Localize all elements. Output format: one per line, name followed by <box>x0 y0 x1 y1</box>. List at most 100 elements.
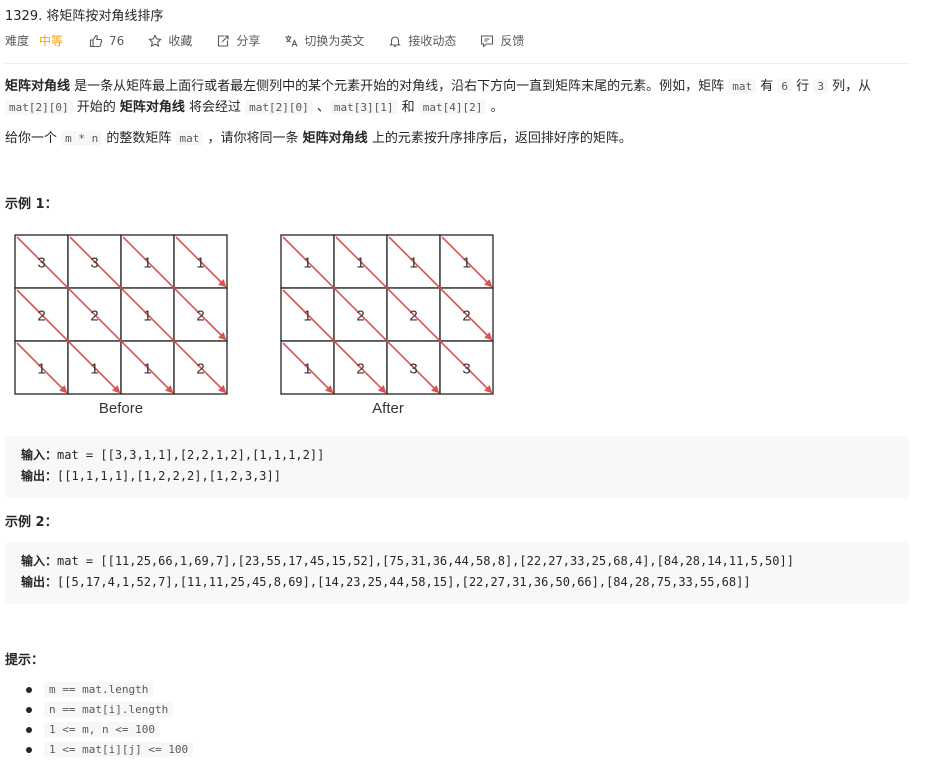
feedback-button[interactable]: 反馈 <box>480 32 524 49</box>
before-matrix-value: 1 <box>143 255 151 272</box>
hints-heading: 提示： <box>5 653 45 668</box>
description-paragraph-2: 给你一个 m * n 的整数矩阵 mat ，请你将同一条 矩阵对角线 上的元素按… <box>5 128 905 149</box>
term-diagonal: 矩阵对角线 <box>302 131 368 146</box>
example-2-heading: 示例 2： <box>5 515 58 530</box>
text-segment: 的整数矩阵 <box>102 131 176 146</box>
favorite-button[interactable]: 收藏 <box>148 32 192 49</box>
inline-code: mat[2][0] <box>5 100 73 115</box>
list-item: 1 <= mat[i][j] <= 100 <box>25 740 194 760</box>
before-matrix-value: 2 <box>90 308 98 325</box>
hint-code: 1 <= mat[i][j] <= 100 <box>44 742 194 757</box>
list-item: 1 <= m, n <= 100 <box>25 720 193 740</box>
after-matrix-value: 2 <box>356 308 364 325</box>
text-segment: 开始的 <box>72 100 120 115</box>
notify-button[interactable]: 接收动态 <box>388 32 456 49</box>
switch-language-button[interactable]: 切换为英文 <box>284 32 364 49</box>
before-matrix-value: 3 <box>90 255 98 272</box>
notify-label: 接收动态 <box>408 34 457 48</box>
text-segment: ，请你将同一条 <box>203 131 303 146</box>
inline-code: m * n <box>61 131 103 146</box>
after-label: After <box>372 400 404 417</box>
inline-code: mat[4][2] <box>418 100 487 115</box>
meta-divider <box>5 63 909 64</box>
feedback-icon <box>481 34 494 48</box>
text-segment: 将会经过 <box>184 100 246 115</box>
description-paragraph-1: 矩阵对角线 是一条从矩阵最上面行或者最左侧列中的某个元素开始的对角线，沿右下方向… <box>5 76 905 118</box>
inline-code: mat[2][0] <box>245 100 313 115</box>
problem-title: 1329. 将矩阵按对角线排序 <box>5 9 164 24</box>
after-matrix-value: 1 <box>303 308 311 325</box>
before-matrix-value: 2 <box>37 308 45 325</box>
text-segment: 、 <box>312 100 330 115</box>
after-matrix: 1 1 1 1 1 2 2 2 1 2 3 3 <box>280 234 494 395</box>
example-1-heading: 示例 1： <box>5 197 58 212</box>
list-item: m == mat.length <box>25 680 193 700</box>
after-matrix-value: 3 <box>409 361 417 378</box>
share-icon <box>218 34 229 47</box>
text-segment: 是一条从矩阵最上面行或者最左侧列中的某个元素开始的对角线，沿右下方向一直到矩阵末… <box>70 79 729 94</box>
translate-icon <box>285 35 298 47</box>
star-icon <box>148 33 163 47</box>
text-segment: 给你一个 <box>5 131 62 146</box>
before-matrix-value: 1 <box>90 361 98 378</box>
before-matrix-value: 2 <box>196 308 204 325</box>
before-matrix-value: 2 <box>196 361 204 378</box>
example-1-io-block: 输入：mat = [[3,3,1,1],[2,2,1,2],[1,1,1,2]]… <box>5 436 909 498</box>
before-matrix-value: 1 <box>196 255 204 272</box>
text-segment: 行 <box>792 79 814 94</box>
switch-language-label: 切换为英文 <box>304 34 365 48</box>
hints-list: m == mat.length n == mat[i].length 1 <= … <box>25 680 194 760</box>
after-matrix-value: 1 <box>303 361 311 378</box>
inline-code: mat <box>175 131 204 146</box>
favorite-label: 收藏 <box>168 34 193 48</box>
inline-code: 3 <box>813 79 828 94</box>
feedback-label: 反馈 <box>500 34 525 48</box>
before-matrix-value: 1 <box>143 361 151 378</box>
after-matrix-value: 1 <box>356 255 364 272</box>
after-matrix-value: 2 <box>356 361 364 378</box>
example-1-output: [[1,1,1,1],[1,2,2,2],[1,2,3,3]] <box>57 469 281 483</box>
input-label: 输入： <box>21 448 58 462</box>
like-button[interactable]: 76 <box>89 34 124 48</box>
difficulty-badge: 中等 <box>39 34 64 48</box>
example-2-input: mat = [[11,25,66,1,69,7],[23,55,17,45,15… <box>57 554 794 568</box>
before-matrix-value: 1 <box>143 308 151 325</box>
before-matrix-value: 3 <box>37 255 45 272</box>
text-segment: 列，从 <box>827 79 872 94</box>
term-diagonal: 矩阵对角线 <box>119 100 185 115</box>
inline-code: 6 <box>777 79 793 94</box>
input-label: 输入： <box>21 554 58 568</box>
bell-icon <box>389 35 402 47</box>
hint-code: n == mat[i].length <box>44 702 174 717</box>
after-matrix-value: 2 <box>409 308 417 325</box>
text-segment: 上的元素按升序排序后，返回排好序的矩阵。 <box>367 131 632 146</box>
output-label: 输出： <box>21 575 58 589</box>
before-label: Before <box>99 400 143 417</box>
example-1-input: mat = [[3,3,1,1],[2,2,1,2],[1,1,1,2]] <box>57 448 325 462</box>
text-segment: 有 <box>756 79 778 94</box>
term-diagonal: 矩阵对角线 <box>5 79 71 94</box>
inline-code: mat[3][1] <box>329 100 398 115</box>
share-button[interactable]: 分享 <box>216 32 260 49</box>
share-label: 分享 <box>236 34 261 48</box>
hint-code: m == mat.length <box>44 682 154 697</box>
hint-code: 1 <= m, n <= 100 <box>44 722 160 737</box>
before-matrix: 3 3 1 1 2 2 1 2 1 1 1 2 <box>14 234 228 395</box>
after-matrix-value: 1 <box>462 255 470 272</box>
like-count: 76 <box>109 33 125 48</box>
difficulty-label: 难度 <box>5 34 30 48</box>
before-matrix-value: 1 <box>37 361 45 378</box>
example-2-output: [[5,17,4,1,52,7],[11,11,25,45,8,69],[14,… <box>57 575 751 589</box>
problem-meta-bar: 难度 中等 76 收藏 分享 切换为英文 接收动态 反馈 <box>5 32 548 49</box>
after-matrix-value: 1 <box>303 255 311 272</box>
list-item: n == mat[i].length <box>25 700 193 720</box>
after-matrix-value: 1 <box>409 255 417 272</box>
thumbs-up-icon <box>89 34 103 47</box>
after-matrix-value: 2 <box>462 308 470 325</box>
text-segment: 。 <box>486 100 504 115</box>
after-matrix-value: 3 <box>462 361 470 378</box>
inline-code: mat <box>728 79 757 94</box>
example-1-diagram: 3 3 1 1 2 2 1 2 1 1 1 2 1 1 1 1 1 2 2 2 1 2 3 3 Before After <box>14 234 494 417</box>
text-segment: 和 <box>397 100 419 115</box>
example-2-io-block: 输入：mat = [[11,25,66,1,69,7],[23,55,17,45… <box>5 542 909 604</box>
